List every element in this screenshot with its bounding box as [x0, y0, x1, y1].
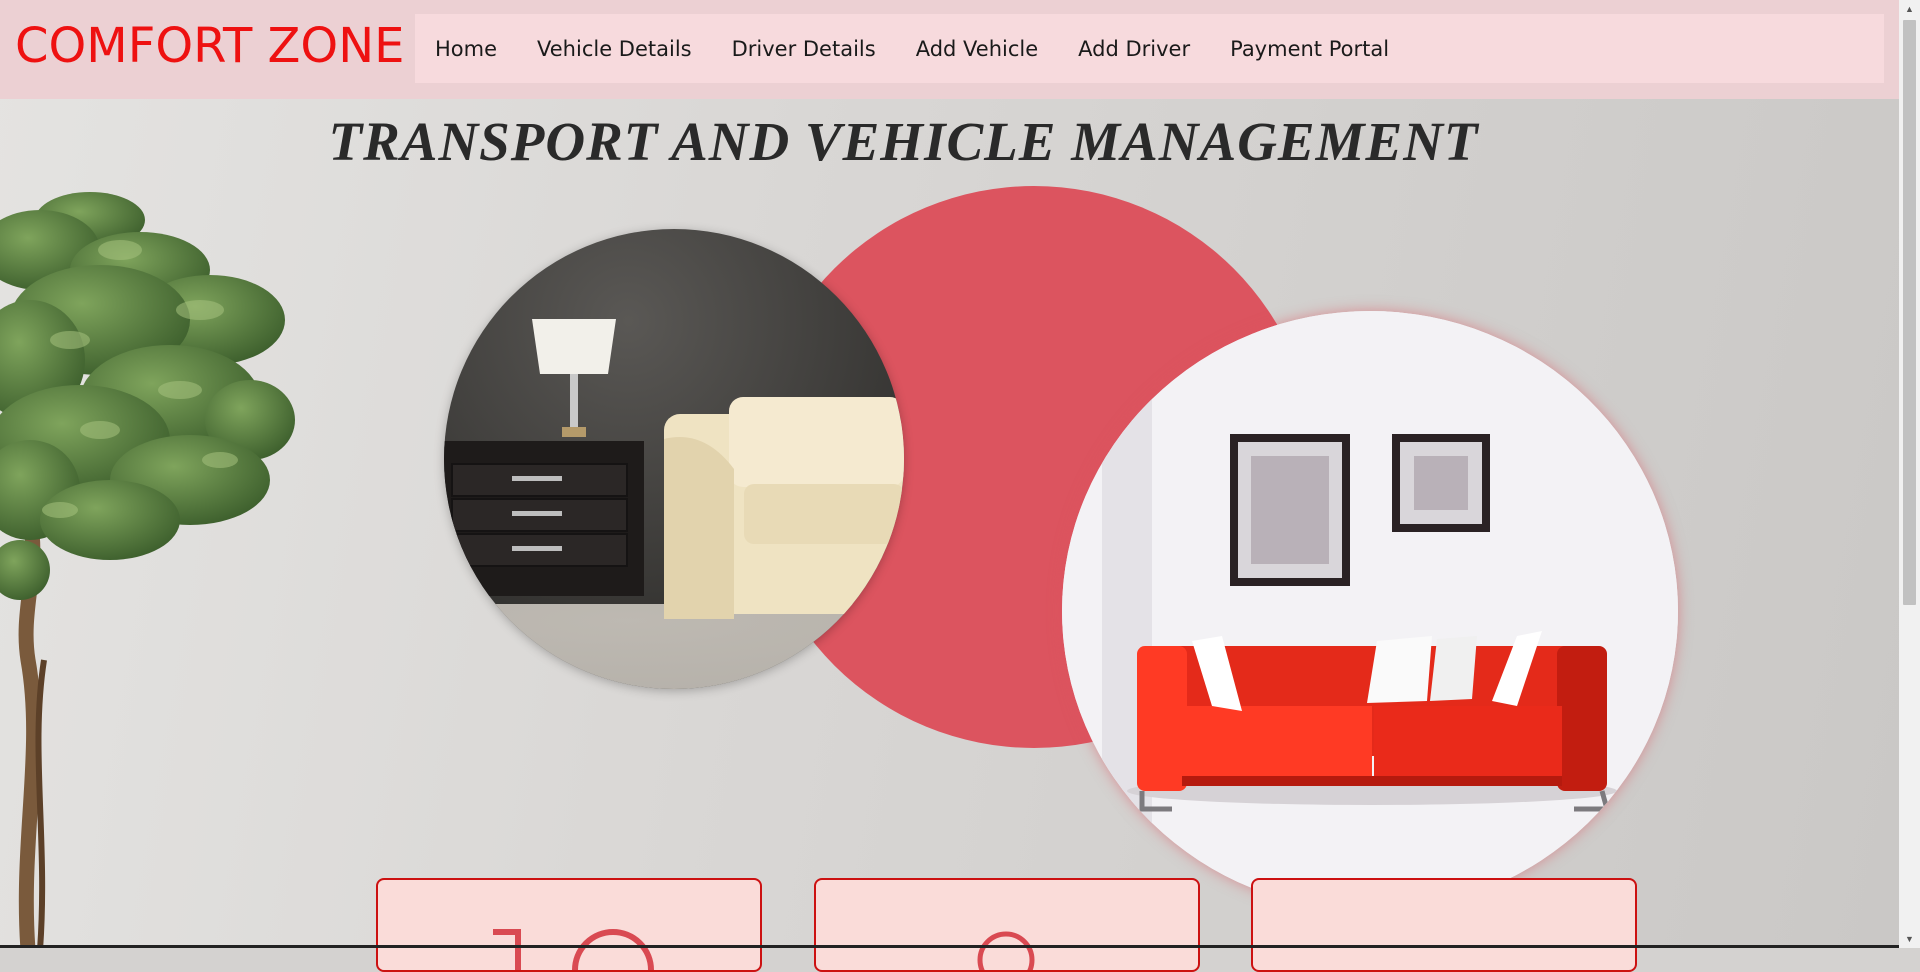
- nav-link-add-driver[interactable]: Add Driver: [1078, 37, 1190, 61]
- red-sofa-photo: [1062, 311, 1678, 911]
- dark-room-sofa-icon: [444, 229, 904, 689]
- red-sofa-icon: [1062, 311, 1678, 911]
- nav-link-home[interactable]: Home: [435, 37, 497, 61]
- card-2-icon: [977, 931, 1035, 970]
- hero-title-text: TRANSPORT AND VEHICLE MANAGEMENT: [328, 111, 1479, 172]
- plant-illustration: [0, 192, 295, 948]
- nav-menu: Home Vehicle Details Driver Details Add …: [415, 14, 1884, 83]
- feature-card-1[interactable]: [376, 878, 762, 972]
- nav-link-add-vehicle[interactable]: Add Vehicle: [916, 37, 1038, 61]
- nav-link-vehicle-details[interactable]: Vehicle Details: [537, 37, 692, 61]
- nav-link-payment-portal[interactable]: Payment Portal: [1230, 37, 1389, 61]
- scroll-down-arrow-icon[interactable]: ▼: [1899, 930, 1920, 948]
- hero-title: TRANSPORT AND VEHICLE MANAGEMENT: [0, 110, 1899, 173]
- scroll-thumb[interactable]: [1903, 20, 1916, 605]
- nav-link-driver-details[interactable]: Driver Details: [732, 37, 876, 61]
- brand-logo[interactable]: COMFORT ZONE: [15, 14, 404, 78]
- feature-card-2[interactable]: [814, 878, 1200, 972]
- card-1-icon: [493, 929, 654, 970]
- navbar: COMFORT ZONE Home Vehicle Details Driver…: [0, 0, 1899, 99]
- feature-card-3[interactable]: [1251, 878, 1637, 972]
- vertical-scrollbar[interactable]: ▲ ▼: [1899, 0, 1920, 948]
- scroll-up-arrow-icon[interactable]: ▲: [1899, 0, 1920, 18]
- dark-room-photo: [444, 229, 904, 689]
